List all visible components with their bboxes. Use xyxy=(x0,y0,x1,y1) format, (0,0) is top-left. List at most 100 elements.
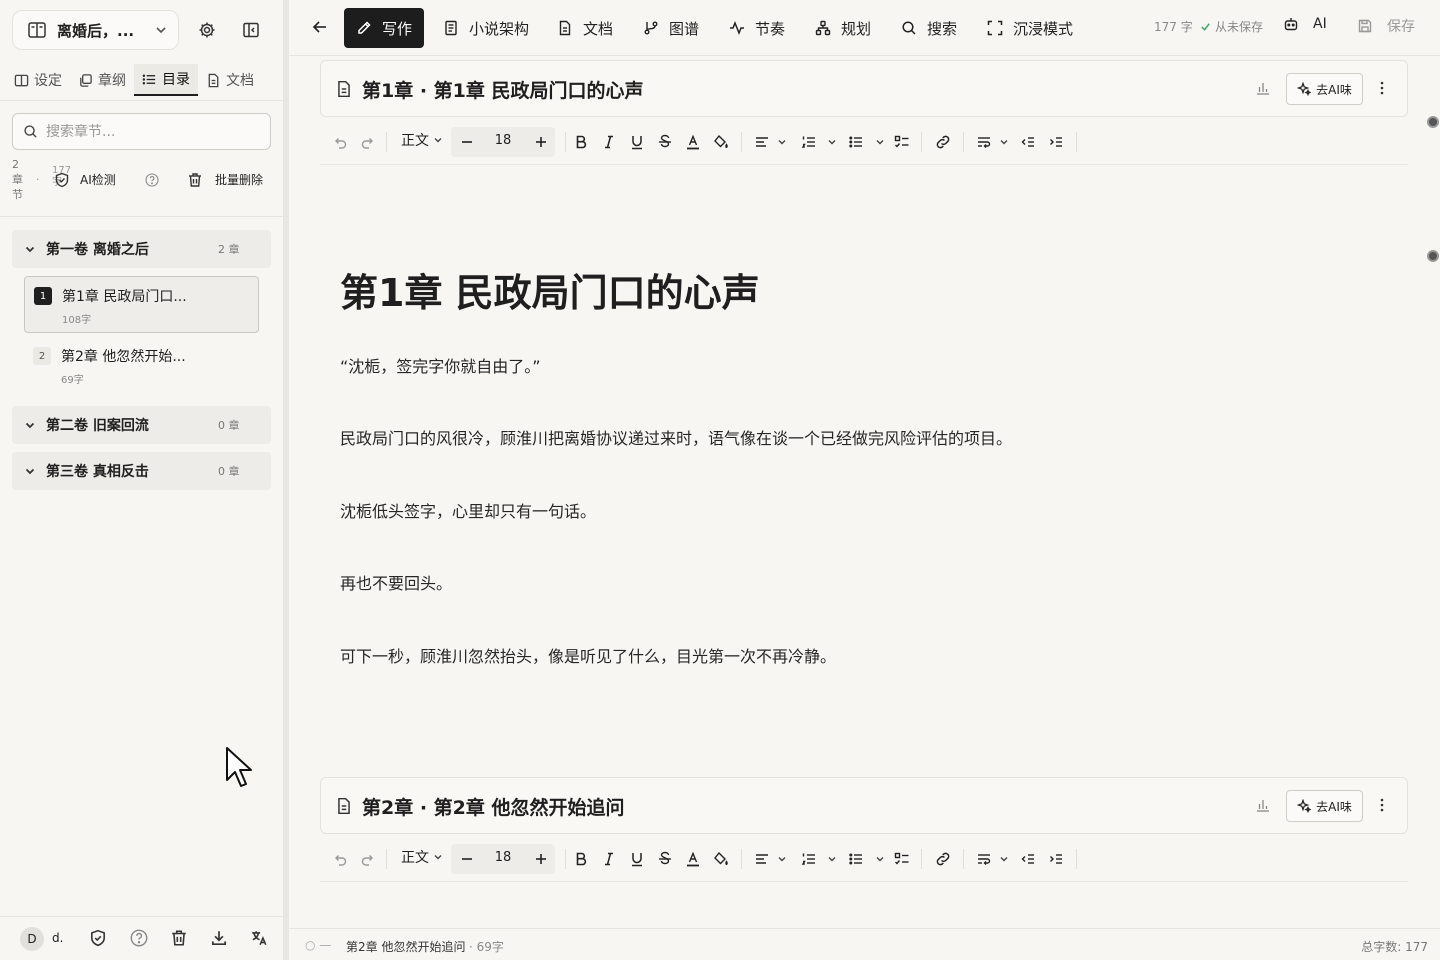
chapter-item-1[interactable]: 1 第1章 民政局门口... 108字 xyxy=(24,276,259,333)
shield-check-icon[interactable] xyxy=(89,929,109,949)
task-list-icon[interactable] xyxy=(892,132,912,152)
chevron-down-icon[interactable] xyxy=(870,849,890,869)
language-icon[interactable] xyxy=(250,929,270,949)
bar-chart-icon[interactable] xyxy=(1255,80,1271,96)
outdent-icon[interactable] xyxy=(1018,132,1038,152)
fullscreen-icon xyxy=(987,20,1003,36)
volume-1[interactable]: 第一卷 离婚之后 2 章 xyxy=(12,230,271,268)
volume-2[interactable]: 第二卷 旧案回流 0 章 xyxy=(12,406,271,444)
project-selector[interactable]: 离婚后，... xyxy=(12,10,179,50)
indent-icon[interactable] xyxy=(1046,132,1066,152)
scroll-marker[interactable] xyxy=(1427,116,1439,128)
ordered-list-icon[interactable] xyxy=(799,849,819,869)
text-color-icon[interactable] xyxy=(683,132,703,152)
text-wrap-icon[interactable] xyxy=(974,132,994,152)
nav-planning[interactable]: 规划 xyxy=(803,8,883,48)
redo-icon[interactable] xyxy=(358,849,378,869)
more-vertical-icon[interactable] xyxy=(1373,796,1391,814)
nav-label: 节奏 xyxy=(755,19,786,38)
strikethrough-icon[interactable] xyxy=(655,132,675,152)
help-icon[interactable] xyxy=(130,929,150,949)
back-arrow-icon[interactable] xyxy=(309,16,331,38)
nav-documents[interactable]: 文档 xyxy=(545,8,625,48)
highlight-icon[interactable] xyxy=(711,132,731,152)
strikethrough-icon[interactable] xyxy=(655,849,675,869)
outdent-icon[interactable] xyxy=(1018,849,1038,869)
text-wrap-icon[interactable] xyxy=(974,849,994,869)
task-list-icon[interactable] xyxy=(892,849,912,869)
text-color-icon[interactable] xyxy=(683,849,703,869)
underline-icon[interactable] xyxy=(627,132,647,152)
avatar[interactable]: D xyxy=(20,927,44,951)
hierarchy-icon xyxy=(815,20,831,36)
tab-settings[interactable]: 设定 xyxy=(6,64,70,96)
nav-graph[interactable]: 图谱 xyxy=(631,8,711,48)
chapter-words: 108字 xyxy=(62,315,92,326)
italic-icon[interactable] xyxy=(599,132,619,152)
project-name: 离婚后，... xyxy=(57,21,135,40)
volume-count: 0 章 xyxy=(218,465,240,478)
paragraph-style-select[interactable]: 正文 xyxy=(401,130,443,150)
paragraph-style-select[interactable]: 正文 xyxy=(401,847,443,867)
undo-icon[interactable] xyxy=(330,849,350,869)
tab-documents[interactable]: 文档 xyxy=(198,64,262,96)
bold-icon[interactable] xyxy=(571,849,591,869)
chevron-down-icon[interactable] xyxy=(772,132,792,152)
plus-icon[interactable] xyxy=(533,851,549,867)
chevron-down-icon[interactable] xyxy=(870,132,890,152)
scroll-marker[interactable] xyxy=(1427,250,1439,262)
volume-title: 第三卷 真相反击 xyxy=(46,464,149,480)
volume-count: 0 章 xyxy=(218,419,240,432)
trash-icon[interactable] xyxy=(170,929,190,949)
nav-immersive[interactable]: 沉浸模式 xyxy=(975,8,1085,48)
bar-chart-icon[interactable] xyxy=(1255,797,1271,813)
chevron-down-icon[interactable] xyxy=(822,849,842,869)
stats-row: 2 章 节 · 177 字 AI检测 批量删除 xyxy=(12,157,274,205)
nav-architecture[interactable]: 小说架构 xyxy=(431,8,541,48)
nav-label: 沉浸模式 xyxy=(1013,19,1074,38)
download-icon[interactable] xyxy=(210,929,230,949)
nav-write[interactable]: 写作 xyxy=(344,8,425,48)
chevron-down-icon[interactable] xyxy=(994,132,1014,152)
bullet-list-icon[interactable] xyxy=(846,132,866,152)
save-button[interactable]: 保存 xyxy=(1357,16,1415,36)
search-input[interactable] xyxy=(46,123,256,140)
bullet-list-icon[interactable] xyxy=(846,849,866,869)
gear-icon xyxy=(198,21,216,39)
ai-detect-button[interactable]: AI检测 xyxy=(54,171,116,188)
separator: · xyxy=(36,173,40,186)
align-left-icon[interactable] xyxy=(752,132,772,152)
italic-icon[interactable] xyxy=(599,849,619,869)
more-vertical-icon[interactable] xyxy=(1373,79,1391,97)
bold-icon[interactable] xyxy=(571,132,591,152)
chevron-down-icon[interactable] xyxy=(772,849,792,869)
redo-icon[interactable] xyxy=(358,132,378,152)
chapter-item-2[interactable]: 2 第2章 他忽然开始... 69字 xyxy=(24,337,259,394)
tab-contents[interactable]: 目录 xyxy=(134,64,198,96)
paragraph: 民政局门口的风很冷，顾淮川把离婚协议递过来时，语气像在谈一个已经做完风险评估的项… xyxy=(340,429,1013,448)
nav-search[interactable]: 搜索 xyxy=(889,8,969,48)
ai-button[interactable]: AI xyxy=(1283,16,1327,32)
link-icon[interactable] xyxy=(933,132,953,152)
help-icon[interactable] xyxy=(145,173,159,187)
align-left-icon[interactable] xyxy=(752,849,772,869)
settings-button[interactable] xyxy=(193,16,221,44)
underline-icon[interactable] xyxy=(627,849,647,869)
chevron-down-icon[interactable] xyxy=(994,849,1014,869)
indent-icon[interactable] xyxy=(1046,849,1066,869)
tab-outline[interactable]: 章纲 xyxy=(70,64,134,96)
chapter-content[interactable]: 第1章 民政局门口的心声 “沈栀，签完字你就自由了。” 民政局门口的风很冷，顾淮… xyxy=(340,262,1012,666)
plus-icon[interactable] xyxy=(533,134,549,150)
deai-button[interactable]: 去AI味 xyxy=(1286,790,1363,822)
link-icon[interactable] xyxy=(933,849,953,869)
deai-button[interactable]: 去AI味 xyxy=(1286,73,1363,105)
tab-label: 目录 xyxy=(162,72,190,88)
chevron-down-icon[interactable] xyxy=(822,132,842,152)
volume-3[interactable]: 第三卷 真相反击 0 章 xyxy=(12,452,271,490)
highlight-icon[interactable] xyxy=(711,849,731,869)
nav-rhythm[interactable]: 节奏 xyxy=(717,8,797,48)
collapse-sidebar-button[interactable] xyxy=(237,16,265,44)
batch-delete-button[interactable]: 批量删除 xyxy=(187,171,263,188)
ordered-list-icon[interactable] xyxy=(799,132,819,152)
undo-icon[interactable] xyxy=(330,132,350,152)
